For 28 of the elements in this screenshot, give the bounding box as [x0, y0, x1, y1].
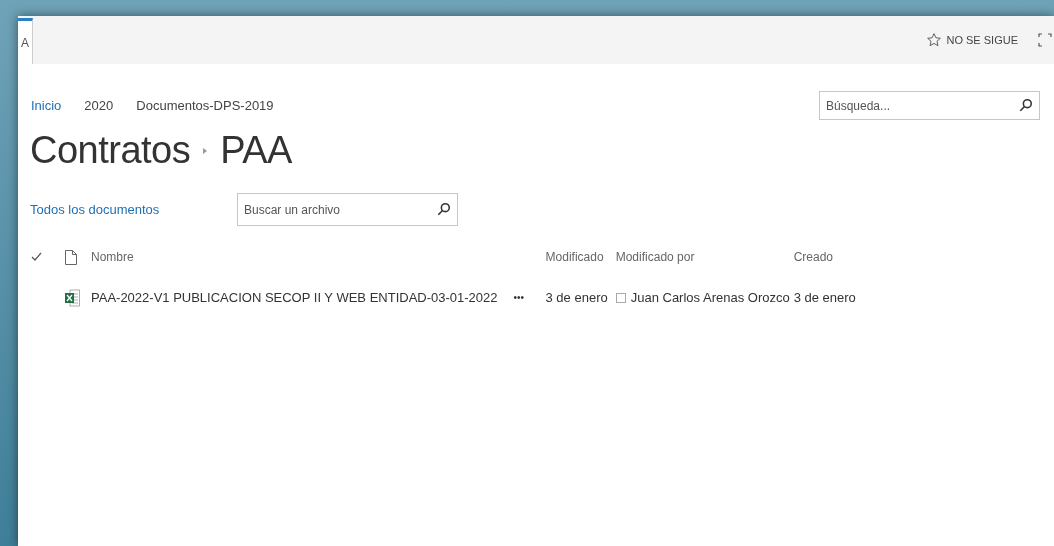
follow-button[interactable]: NO SE SIGUE: [926, 31, 1018, 49]
page-title: Contratos: [30, 128, 191, 173]
breadcrumb-link[interactable]: Inicio: [31, 95, 62, 116]
search-icon: [1019, 98, 1033, 112]
column-header[interactable]: Modificado: [545, 248, 616, 266]
site-search-field[interactable]: Búsqueda...: [819, 91, 1040, 120]
more-options-button[interactable]: •••: [513, 290, 546, 306]
column-header[interactable]: Modificado por: [615, 248, 794, 266]
column-header[interactable]: Creado: [793, 248, 856, 266]
view-link[interactable]: Todos los documentos: [30, 199, 237, 220]
chevron-icon: [202, 146, 209, 155]
document-icon: [65, 249, 77, 265]
column-header[interactable]: Nombre: [91, 248, 514, 266]
modified-date: 3 de enero: [545, 289, 609, 307]
focus-icon[interactable]: [1038, 33, 1052, 47]
user-link[interactable]: Juan Carlos Arenas Orozco: [630, 288, 790, 308]
spreadsheet-file-icon: [65, 288, 80, 307]
file-search-field[interactable]: Buscar un archivo: [237, 193, 458, 226]
file-name-link[interactable]: PAA-2022-V1 PUBLICACION SECOP II Y WEB ENTIDAD-03-01-2022: [91, 288, 514, 308]
search-icon: [437, 202, 451, 216]
page-title: PAA: [220, 128, 292, 173]
breadcrumb-link[interactable]: Documentos-DPS-2019: [136, 95, 274, 116]
created-date: 3 de enero: [793, 289, 856, 307]
check-icon[interactable]: [31, 252, 42, 262]
suite-tab[interactable]: A: [18, 18, 33, 64]
star-icon: [926, 32, 943, 48]
breadcrumb-link[interactable]: 2020: [84, 95, 114, 116]
presence-icon: [615, 292, 626, 303]
